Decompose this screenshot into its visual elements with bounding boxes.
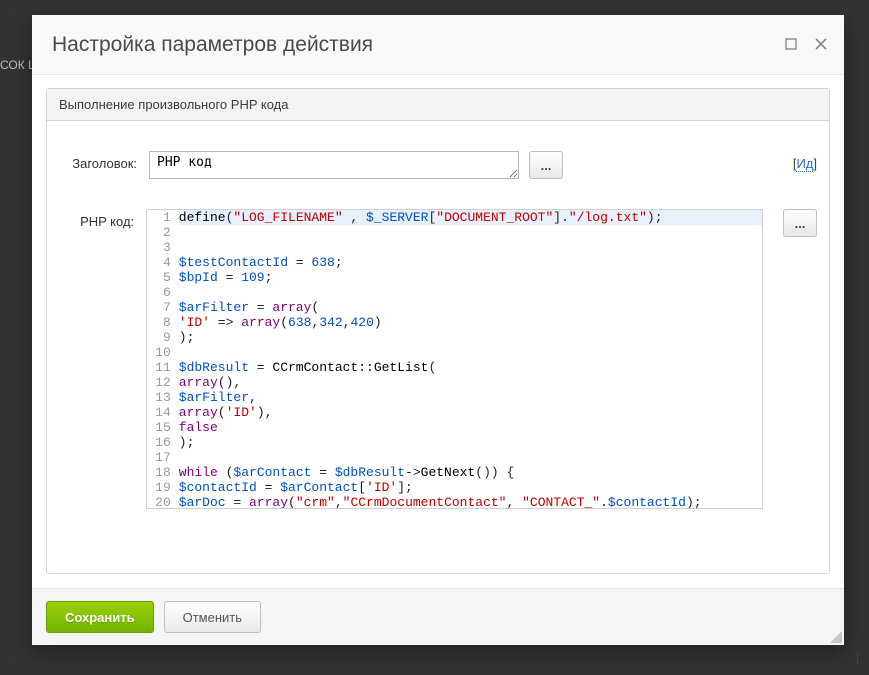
dialog-footer: Сохранить Отменить [32, 588, 844, 645]
code-gutter: 1234567891011121314151617181920 [147, 210, 179, 508]
title-options-button[interactable]: ... [529, 151, 563, 179]
dialog-window: Настройка параметров действия Выполнение… [32, 15, 844, 645]
dialog-title: Настройка параметров действия [52, 33, 373, 57]
code-lines[interactable]: define("LOG_FILENAME" , $_SERVER["DOCUME… [179, 210, 762, 508]
section-header: Выполнение произвольного PHP кода [47, 89, 829, 121]
save-button[interactable]: Сохранить [46, 601, 154, 633]
dialog-header: Настройка параметров действия [32, 15, 844, 75]
code-options-button[interactable]: ... [783, 209, 817, 237]
maximize-icon [785, 37, 797, 53]
close-button[interactable] [810, 34, 832, 56]
maximize-button[interactable] [780, 34, 802, 56]
title-input[interactable] [149, 151, 519, 179]
id-link-wrapper: [Ид] [793, 151, 817, 179]
cancel-button[interactable]: Отменить [164, 601, 261, 633]
code-editor[interactable]: 1234567891011121314151617181920 define("… [146, 209, 763, 509]
id-link[interactable]: Ид [796, 156, 813, 172]
background-text: СОК L [0, 58, 35, 72]
title-label: Заголовок: [59, 151, 149, 179]
close-icon [815, 37, 827, 53]
resize-grip-icon[interactable] [828, 629, 842, 643]
section-panel: Выполнение произвольного PHP кода Заголо… [46, 88, 830, 574]
text-cursor-icon: 𝙸 [852, 651, 863, 669]
code-label: PHP код: [59, 209, 146, 513]
